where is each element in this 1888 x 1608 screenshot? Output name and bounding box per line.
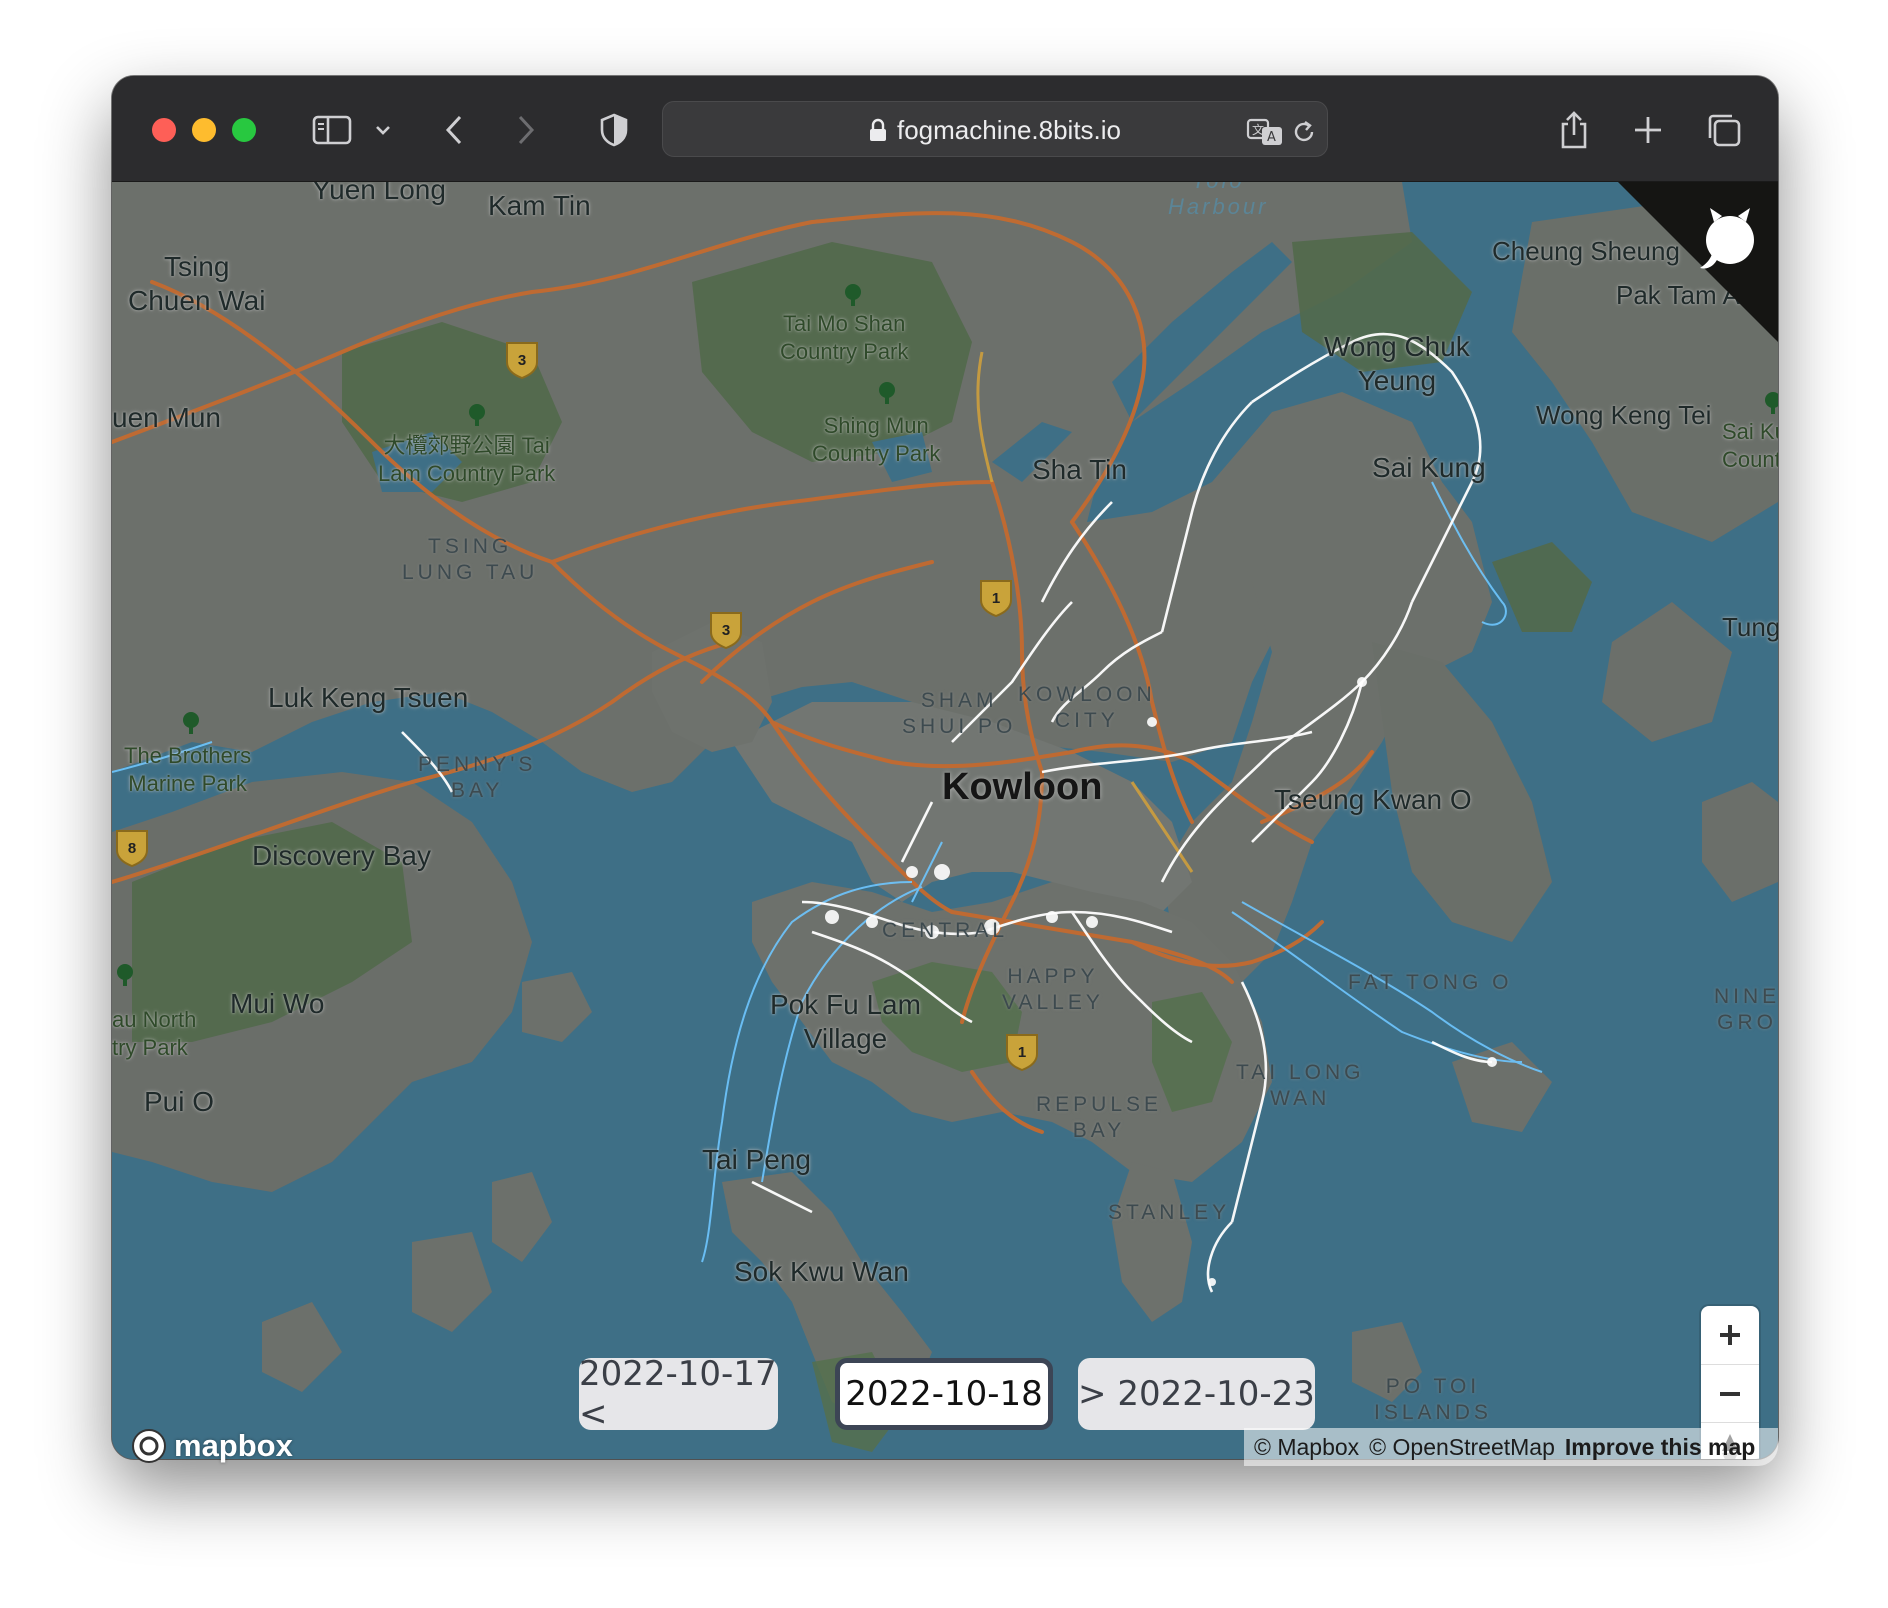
minimize-window-button[interactable] [192, 118, 216, 142]
park-tree-icon [879, 382, 895, 404]
label-lantau-north: au North try Park [112, 1007, 197, 1060]
label-wong-chuk-yeung: Wong Chuk Yeung [1324, 331, 1470, 396]
attribution-mapbox-link[interactable]: © Mapbox [1254, 1434, 1359, 1461]
address-bar[interactable]: fogmachine.8bits.io 文A [662, 101, 1328, 157]
maximize-window-button[interactable] [232, 118, 256, 142]
prev-date-button[interactable]: 2022-10-17 < [579, 1354, 778, 1434]
route-shield-label: 1 [1018, 1044, 1026, 1061]
improve-map-link[interactable]: Improve this map [1565, 1434, 1755, 1461]
label-central: CENTRAL [882, 919, 1009, 942]
label-tseung-kwan-o: Tseung Kwan O [1274, 784, 1472, 815]
label-tolo-harbour: Tolo Harbour [1168, 182, 1269, 219]
label-tai-lam: 大欖郊野公園 Tai Lam Country Park [378, 433, 556, 486]
label-repulse-bay: REPULSE BAY [1036, 1093, 1163, 1142]
label-discovery-bay: Discovery Bay [252, 840, 431, 871]
park-tree-icon [183, 712, 199, 734]
label-kowloon: Kowloon [942, 766, 1103, 808]
attribution-osm-link[interactable]: © OpenStreetMap [1369, 1434, 1555, 1461]
label-pok-fu-lam: Pok Fu Lam Village [770, 989, 921, 1054]
reload-icon[interactable] [1287, 106, 1321, 158]
route-shield-3: 3 [710, 612, 742, 650]
label-kam-tin: Kam Tin [488, 190, 591, 221]
label-stanley: STANLEY [1108, 1201, 1231, 1224]
label-brothers-marine-park: The Brothers Marine Park [124, 743, 252, 796]
zoom-out-button[interactable] [1701, 1364, 1759, 1422]
label-tai-peng: Tai Peng [702, 1144, 811, 1175]
label-tung: Tung [1722, 612, 1778, 642]
route-shield-label: 3 [722, 622, 730, 639]
share-icon[interactable] [1552, 104, 1596, 156]
label-pennys-bay: PENNY'S BAY [418, 753, 537, 802]
mapbox-logo-icon [132, 1429, 166, 1463]
label-tuen-mun: uen Mun [112, 402, 221, 433]
plus-icon [1720, 1325, 1740, 1345]
label-wong-keng-tei: Wong Keng Tei [1536, 400, 1712, 430]
back-icon[interactable] [434, 104, 474, 156]
label-tsing-lung-tau: TSING LUNG TAU [402, 535, 539, 584]
map-attribution: © Mapbox © OpenStreetMap Improve this ma… [1244, 1428, 1778, 1466]
map-canvas[interactable]: 3 3 1 8 1 Yuen Long Kam Tin Tsing Chuen … [112, 182, 1778, 1459]
label-luk-keng-tsuen: Luk Keng Tsuen [268, 682, 469, 713]
browser-window: fogmachine.8bits.io 文A 3 3 1 8 1 Yuen Lo… [112, 76, 1778, 1459]
next-date-button[interactable]: > 2022-10-23 [1078, 1358, 1315, 1430]
route-shield-1: 1 [1006, 1034, 1038, 1072]
github-corner-link[interactable] [1618, 182, 1778, 342]
park-tree-icon [845, 284, 861, 306]
lock-icon [869, 105, 887, 161]
label-yuen-long: Yuen Long [312, 182, 446, 205]
label-shing-mun: Shing Mun Country Park [812, 413, 941, 466]
route-shield-label: 3 [518, 352, 526, 369]
browser-toolbar: fogmachine.8bits.io 文A [112, 76, 1778, 182]
zoom-in-button[interactable] [1701, 1306, 1759, 1364]
url-text: fogmachine.8bits.io [896, 115, 1122, 145]
mapbox-logo[interactable]: mapbox [130, 1426, 293, 1466]
mapbox-logo-text: mapbox [174, 1428, 293, 1463]
route-shield-8: 8 [116, 830, 148, 868]
label-po-toi-islands: PO TOI ISLANDS [1374, 1375, 1492, 1424]
map-basemap [112, 182, 1778, 1459]
route-shield-label: 1 [992, 590, 1000, 607]
label-sai-kung: Sai Kung [1372, 452, 1486, 483]
label-tai-mo-shan: Tai Mo Shan Country Park [780, 311, 909, 364]
label-sha-tin: Sha Tin [1032, 454, 1127, 485]
close-window-button[interactable] [152, 118, 176, 142]
label-pui-o: Pui O [144, 1086, 215, 1117]
route-shield-3: 3 [506, 342, 538, 380]
park-tree-icon [1765, 392, 1778, 414]
label-nine-gro: NINE GRO [1714, 985, 1778, 1034]
label-happy-valley: HAPPY VALLEY [1002, 965, 1104, 1014]
minus-icon [1720, 1391, 1740, 1396]
label-mui-wo: Mui Wo [230, 988, 325, 1019]
translate-icon[interactable]: 文A [1245, 106, 1285, 158]
label-tsing-chuen-wai: Tsing Chuen Wai [128, 251, 266, 316]
park-tree-icon [469, 404, 485, 426]
new-tab-icon[interactable] [1626, 104, 1670, 156]
route-shield-label: 8 [128, 840, 136, 857]
label-kowloon-city: KOWLOON CITY [1018, 683, 1156, 732]
tab-overview-icon[interactable] [1702, 104, 1746, 156]
privacy-shield-icon[interactable] [594, 104, 634, 156]
label-tai-long-wan: TAI LONG WAN [1236, 1061, 1365, 1110]
label-sai-kung-country: Sai Kun Country [1722, 419, 1778, 472]
route-shield-1: 1 [980, 580, 1012, 618]
svg-text:A: A [1267, 130, 1276, 145]
current-date-button[interactable]: 2022-10-18 [835, 1358, 1053, 1430]
label-sham-shui-po: SHAM SHUI PO [902, 689, 1017, 738]
label-fat-tong-o: FAT TONG O [1348, 971, 1513, 994]
sidebar-toggle-icon[interactable] [308, 104, 356, 156]
park-tree-icon [117, 964, 133, 986]
chevron-down-icon[interactable] [368, 104, 398, 156]
label-sok-kwu-wan: Sok Kwu Wan [734, 1256, 909, 1287]
forward-icon[interactable] [506, 104, 546, 156]
